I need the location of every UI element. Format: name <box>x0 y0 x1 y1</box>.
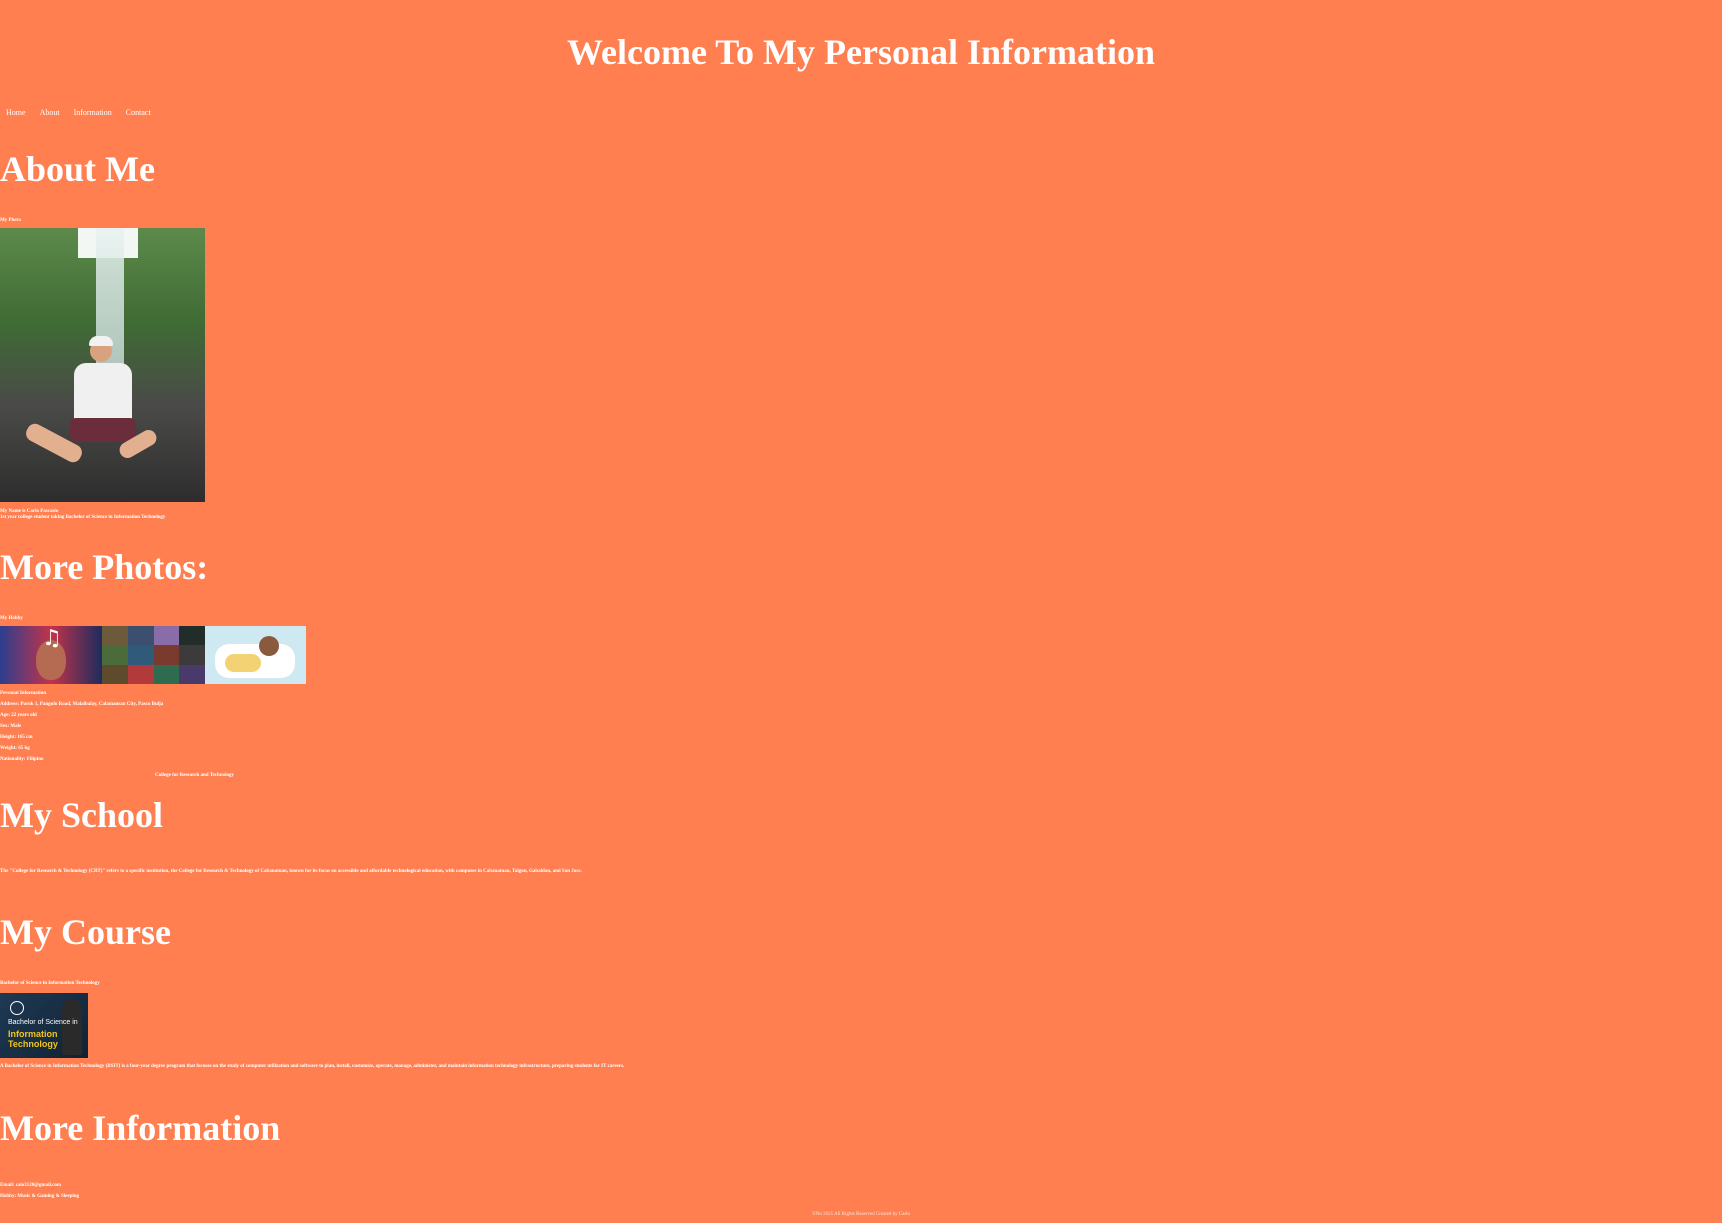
field-value: Male <box>10 724 22 729</box>
field-label: Height: <box>0 735 17 740</box>
course-image-line3: Technology <box>8 1039 58 1049</box>
course-image-line2: Information <box>8 1029 58 1039</box>
field-label: Email: <box>0 1183 15 1188</box>
course-heading: My Course <box>0 912 171 952</box>
field-weight: Weight: 65 kg <box>0 745 30 752</box>
hobby-sleeping-image <box>205 626 306 684</box>
more-info-heading: More Information <box>0 1108 281 1148</box>
nav-about-link[interactable]: About <box>40 108 60 118</box>
photo-caption: My Photo <box>0 218 21 223</box>
field-height: Height: 165 cm <box>0 734 33 741</box>
course-image-line1: Bachelor of Science in <box>8 1019 78 1026</box>
about-heading: About Me <box>0 149 155 189</box>
course-text: A Bachelor of Science in Information Tec… <box>0 1064 625 1069</box>
school-text: The "College for Research & Technology (… <box>0 869 582 874</box>
music-note-icon: ♫ <box>42 626 62 651</box>
page-title: Welcome To My Personal Information <box>567 32 1155 72</box>
field-nationality: Nationality: Filipino <box>0 756 44 763</box>
school-name: College for Research and Technology <box>155 773 234 778</box>
field-value: Purok 1, Pangulo Road, Malaibalay, Calam… <box>20 702 164 707</box>
field-address: Address: Purok 1, Pangulo Road, Malaibal… <box>0 701 163 708</box>
personal-info-title: Personal Information <box>0 691 46 696</box>
field-sex: Sex: Male <box>0 723 21 730</box>
nav-information-link[interactable]: Information <box>74 108 112 118</box>
field-email: Email: calo3120@gmail.com <box>0 1182 61 1189</box>
field-label: Age: <box>0 713 10 718</box>
field-label: Hobby: <box>0 1194 17 1199</box>
school-logo-icon <box>10 1001 24 1015</box>
field-hobby: Hobby: Music & Gaming & Sleeping <box>0 1193 79 1200</box>
nav-contact-link[interactable]: Contact <box>126 108 151 118</box>
hobby-music-image: ♫ <box>0 626 102 684</box>
field-value: Filipino <box>26 757 44 762</box>
field-value: 65 kg <box>18 746 30 751</box>
field-value: calo3120@gmail.com <box>15 1183 62 1188</box>
field-label: Sex: <box>0 724 10 729</box>
field-label: Weight: <box>0 746 17 751</box>
field-age: Age: 22 years old <box>0 712 37 719</box>
more-photos-heading: More Photos: <box>0 547 209 587</box>
footer-copyright: ©No 2025 All Rights Reserved Created by … <box>811 1212 911 1217</box>
field-label: Address: <box>0 702 20 707</box>
nav-home-link[interactable]: Home <box>6 108 26 118</box>
field-label: Nationality: <box>0 757 26 762</box>
field-value: 22 years old <box>11 713 37 718</box>
hobby-caption: My Hobby <box>0 616 23 621</box>
school-heading: My School <box>0 795 164 835</box>
course-caption: Bachelor of Science in Information Techn… <box>0 981 100 986</box>
profile-photo <box>0 228 205 502</box>
field-value: Music & Gaming & Sleeping <box>17 1194 80 1199</box>
hobby-gaming-image <box>102 626 205 684</box>
main-nav: Home About Information Contact <box>6 108 151 118</box>
field-value: 165 cm <box>17 735 33 740</box>
desc-line: 1st year college student taking Bachelor… <box>0 515 166 520</box>
course-image: Bachelor of Science in Information Techn… <box>0 993 88 1058</box>
